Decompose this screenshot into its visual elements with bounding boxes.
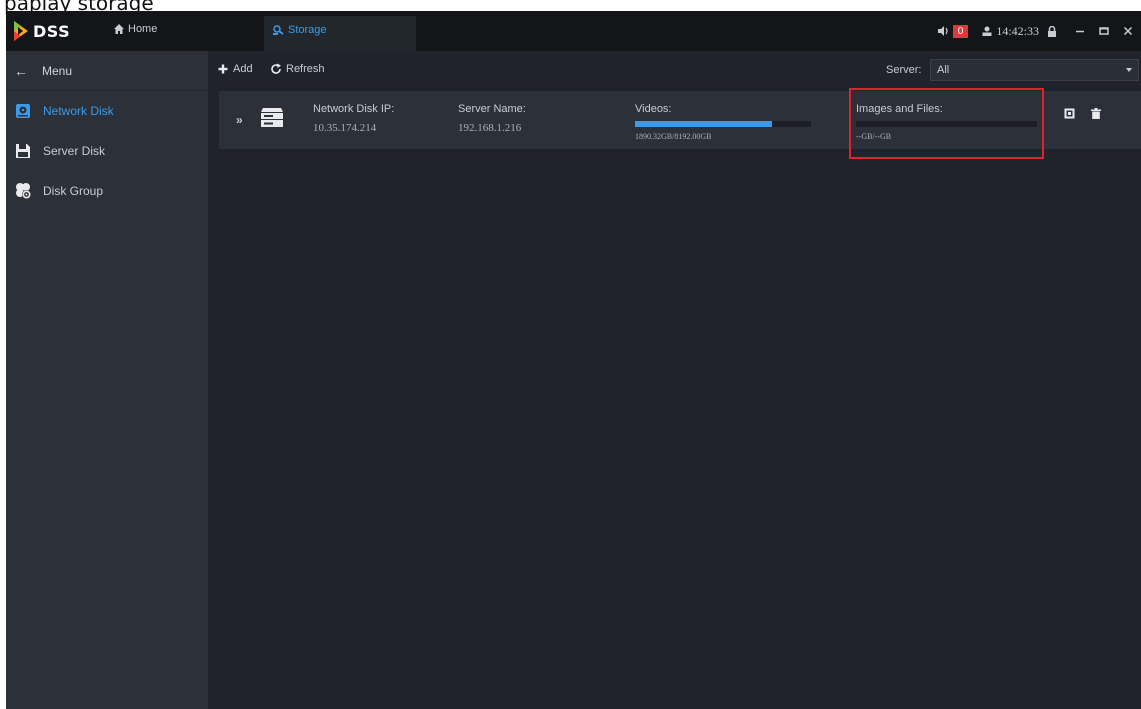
highlight-box: [849, 88, 1044, 159]
disk-icon: [261, 108, 283, 133]
minimize-button[interactable]: [1075, 26, 1085, 36]
server-filter-label: Server:: [886, 64, 922, 76]
lock-button[interactable]: [1047, 25, 1057, 37]
disk-group-icon: [14, 182, 32, 200]
refresh-button[interactable]: Refresh: [270, 63, 325, 75]
ip-label: Network Disk IP:: [313, 103, 395, 115]
videos-label: Videos:: [635, 103, 672, 115]
lock-icon: [1048, 25, 1056, 37]
title-bar: DSS Home Storage 0 14:42:33: [6, 11, 1141, 51]
maximize-icon: [1099, 27, 1109, 35]
close-icon: [1123, 26, 1133, 36]
add-button[interactable]: Add: [218, 63, 253, 75]
network-disk-icon: [14, 102, 32, 120]
clock-time: 14:42:33: [996, 23, 1039, 38]
tab-home[interactable]: Home: [114, 23, 157, 35]
server-select-value: All: [937, 64, 950, 76]
ip-value: 10.35.174.214: [313, 122, 377, 134]
alarm-count-badge: 0: [952, 24, 969, 38]
dss-logo-icon: [12, 20, 30, 42]
server-select[interactable]: All: [930, 59, 1139, 81]
maximize-button[interactable]: [1099, 26, 1109, 36]
tab-home-label: Home: [128, 23, 158, 35]
edit-button[interactable]: [1064, 108, 1075, 119]
server-name-label: Server Name:: [458, 103, 526, 115]
sidebar: ← Menu Network Disk Server Disk Disk Gro…: [6, 51, 208, 709]
videos-capacity-bar: [635, 121, 811, 127]
home-icon: [114, 24, 124, 34]
sidebar-item-label: Network Disk: [43, 104, 114, 118]
sidebar-item-server-disk[interactable]: Server Disk: [6, 131, 208, 171]
logo-text: DSS: [33, 21, 71, 41]
user-icon: [982, 26, 992, 36]
delete-button[interactable]: [1091, 108, 1101, 119]
refresh-icon: [271, 63, 281, 74]
storage-icon: [273, 25, 284, 35]
alarm-indicator[interactable]: 0: [937, 24, 969, 38]
trash-icon: [1091, 108, 1101, 119]
server-disk-icon: [14, 142, 32, 160]
back-arrow-icon: ←: [14, 62, 28, 79]
add-label: Add: [233, 63, 253, 75]
sidebar-item-network-disk[interactable]: Network Disk: [6, 91, 208, 131]
toolbar: Add Refresh Server: All: [208, 51, 1141, 91]
plus-icon: [218, 64, 228, 74]
dss-app-window: DSS Home Storage 0 14:42:33 ← Menu Netwo…: [6, 11, 1141, 709]
videos-capacity-text: 1890.32GB/8192.00GB: [635, 132, 712, 141]
app-logo: DSS: [12, 19, 70, 43]
sidebar-item-disk-group[interactable]: Disk Group: [6, 171, 208, 211]
menu-toggle[interactable]: ← Menu: [6, 51, 208, 91]
chevron-down-icon: [1126, 68, 1132, 72]
window-controls: 0 14:42:33: [937, 11, 1141, 51]
user-indicator[interactable]: 14:42:33: [982, 24, 1039, 39]
expand-icon[interactable]: »: [236, 113, 243, 127]
tab-storage[interactable]: Storage: [264, 16, 416, 51]
close-button[interactable]: [1123, 26, 1133, 36]
sidebar-item-label: Server Disk: [43, 144, 106, 158]
row-actions: [1064, 108, 1101, 119]
edit-icon: [1064, 108, 1075, 119]
menu-label: Menu: [42, 63, 73, 78]
tab-storage-label: Storage: [288, 24, 327, 36]
videos-capacity-fill: [635, 121, 773, 127]
speaker-icon: [937, 26, 948, 36]
refresh-label: Refresh: [286, 63, 325, 75]
sidebar-item-label: Disk Group: [43, 184, 104, 198]
server-name-value: 192.168.1.216: [458, 122, 522, 134]
minimize-icon: [1076, 30, 1084, 33]
